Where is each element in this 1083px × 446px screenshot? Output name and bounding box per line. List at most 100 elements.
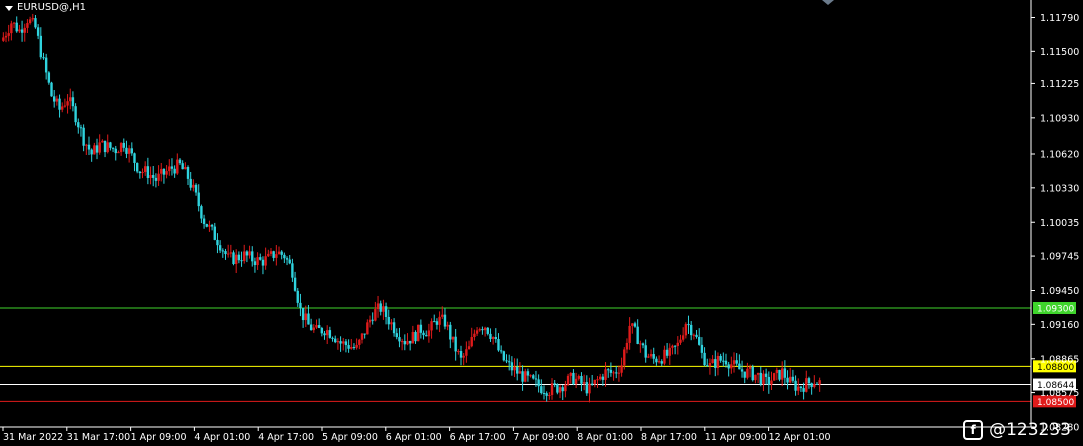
candle-body [756,372,760,375]
candle-body [449,324,452,340]
candle-body [580,375,583,384]
time-tick-label: 4 Apr 17:00 [258,432,314,443]
candle-body [604,369,607,380]
candle-body [111,147,115,149]
candle-body [422,332,425,336]
candle-body [631,323,634,326]
candle-body [135,162,139,172]
candle-body [625,342,629,350]
candle-body [588,383,591,394]
candle-body [687,324,690,326]
candle-body [301,307,305,321]
candle-body [387,316,390,325]
candle-body [486,327,489,334]
time-tick-label: 8 Apr 17:00 [641,432,697,443]
candle-body [703,352,706,366]
candle-body [382,306,385,312]
candle-body [232,252,235,265]
candle-body [157,173,160,181]
candle-body [414,332,417,342]
candle-body [550,383,554,395]
candle-body [143,166,147,172]
chart-title: EURUSD@,H1 [17,2,87,13]
candle-body [540,386,543,393]
time-tick-label: 6 Apr 17:00 [450,432,506,443]
candle-body [39,35,43,58]
symbol-menu-icon[interactable] [5,6,13,11]
candle-body [178,159,182,164]
price-tick-label: 1.09160 [1040,320,1079,331]
candle-body [553,383,556,385]
candle-body [390,322,393,325]
candle-body [502,351,506,361]
candle-body [430,321,433,331]
candle-body [149,175,152,178]
candle-body [63,105,67,107]
candle-body [245,251,249,256]
candle-body [267,253,270,257]
candle-body [419,324,423,333]
candle-body [251,251,254,262]
candle-body [601,376,605,380]
candle-body [77,122,80,128]
candle-body [722,360,725,362]
candle-body [516,366,519,374]
candle-body [663,349,666,364]
candle-body [317,325,321,329]
candle-body [269,251,273,254]
candle-body [320,328,324,334]
candle-body [454,336,457,352]
chart-window[interactable]: 1.09300 1.08800 1.08644 1.08500 1.11790 1.11… [0,0,1083,446]
level-price-label: 1.08500 [1037,398,1074,408]
candle-body [564,384,567,392]
candle-body [205,223,208,227]
watermark-text: @123233 [989,420,1071,440]
candle-body [770,380,773,385]
candle-body [168,166,171,172]
candle-body [323,333,326,336]
candle-body [425,335,428,337]
candle-body [529,375,532,377]
candle-body [708,363,712,366]
price-tick-label: 1.08865 [1040,354,1079,365]
candle-body [545,393,548,396]
time-tick-label: 7 Apr 09:00 [513,432,569,443]
price-tick-label: 1.10620 [1040,150,1079,161]
candle-body [775,369,779,374]
candle-body [764,373,768,377]
candle-body [676,342,680,347]
candle-body [173,168,176,174]
candle-body [655,358,658,363]
candle-body [221,250,225,252]
price-chart[interactable]: 1.093001.088001.086441.08500 1.117901.11… [0,0,1083,446]
candle-body [358,339,361,345]
candle-body [288,259,291,264]
candle-body [82,127,85,146]
candle-body [797,386,800,391]
candle-body [403,341,407,345]
candle-body [181,163,184,170]
candle-body [119,142,123,153]
candle-body [679,339,682,343]
candle-body [470,337,473,347]
candle-body [127,148,131,154]
candle-body [665,349,669,356]
candle-body [639,343,642,345]
candle-body [368,319,372,323]
candle-body [331,337,334,339]
time-tick-label: 8 Apr 01:00 [577,432,633,443]
candle-body [408,340,412,344]
candle-body [433,321,436,323]
candle-body [213,226,216,240]
candle-body [283,254,286,259]
candle-body [441,314,444,317]
candle-body [312,327,316,331]
time-tick-label: 12 Apr 01:00 [769,432,831,443]
candle-body [371,319,374,321]
candle-body [15,22,18,32]
price-tick-label: 1.10330 [1040,183,1079,194]
candle-body [114,148,117,154]
candle-body [293,277,297,291]
candle-body [309,324,313,331]
candle-body [566,375,570,385]
